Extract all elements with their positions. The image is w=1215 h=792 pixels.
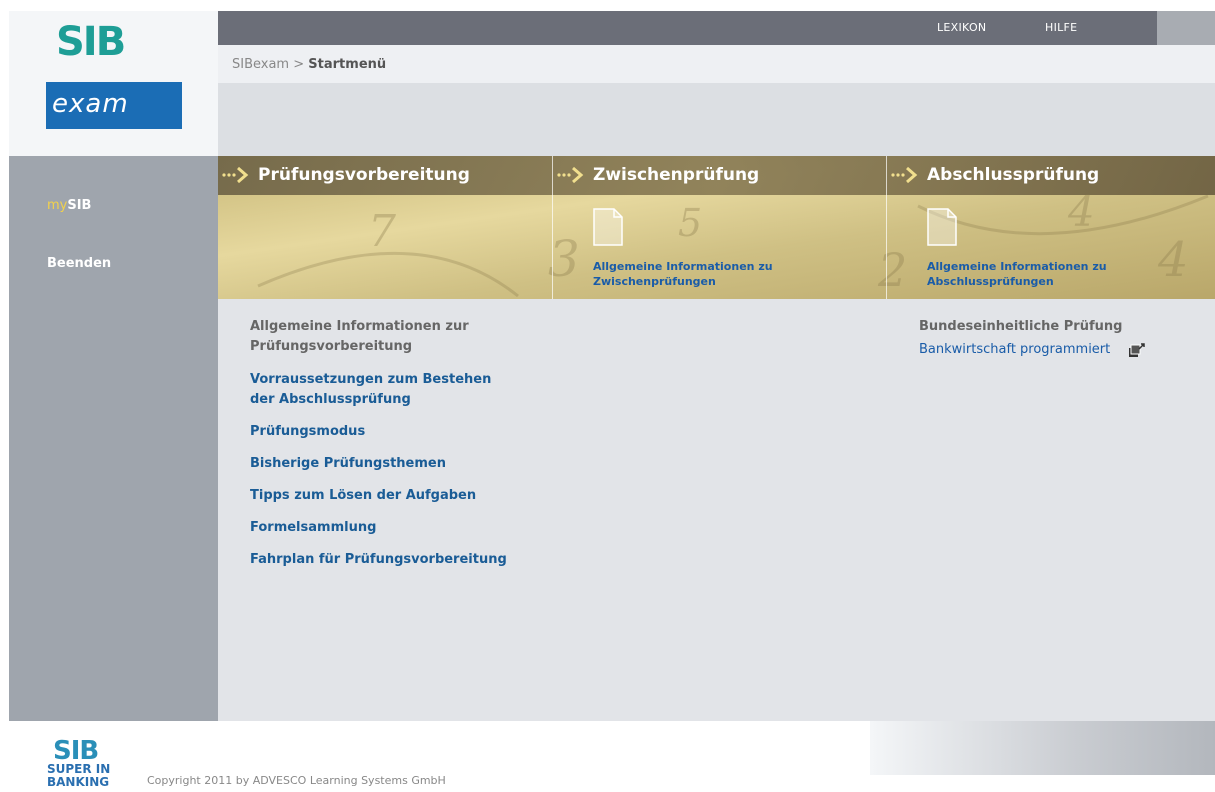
svg-text:2: 2: [877, 243, 907, 297]
tab-label: Zwischenprüfung: [593, 165, 760, 185]
mysib-prefix: my: [47, 198, 68, 213]
link-tipps[interactable]: Tipps zum Lösen der Aufgaben: [250, 486, 476, 506]
svg-text:5: 5: [678, 201, 702, 245]
right-heading: Bundeseinheitliche Prüfung: [919, 319, 1123, 334]
tab-abschlusspruefung[interactable]: Abschlussprüfung: [887, 156, 1215, 195]
breadcrumb-current: Startmenü: [308, 57, 387, 72]
link-fahrplan[interactable]: Fahrplan für Prüfungsvorbereitung: [250, 550, 507, 570]
arrow-right-icon: [891, 166, 918, 184]
link-line: der Abschlussprüfung: [250, 392, 411, 407]
top-bar-end: [1157, 11, 1215, 45]
tab-zwischenpruefung[interactable]: Zwischenprüfung: [553, 156, 886, 195]
link-bisherige-pruefungsthemen[interactable]: Bisherige Prüfungsthemen: [250, 454, 446, 474]
lexikon-link[interactable]: LEXIKON: [937, 11, 986, 45]
copyright: Copyright 2011 by ADVESCO Learning Syste…: [147, 774, 446, 787]
svg-text:SIB: SIB: [56, 22, 124, 56]
sib-logo: SIB: [56, 22, 126, 56]
link-line: Allgemeine Informationen zu: [593, 260, 773, 273]
link-line: Zwischenprüfungen: [593, 275, 716, 288]
footer-gradient: [870, 721, 1215, 775]
sidebar-item-mysib[interactable]: mySIB: [47, 198, 91, 213]
mysib-suffix: SIB: [67, 198, 92, 213]
intro-line: Prüfungsvorbereitung: [250, 339, 413, 354]
link-line: Vorraussetzungen zum Bestehen: [250, 372, 492, 387]
intro-heading: Allgemeine Informationen zur Prüfungsvor…: [250, 317, 469, 357]
link-voraussetzungen[interactable]: Vorraussetzungen zum Bestehen der Abschl…: [250, 370, 491, 410]
link-line: Abschlussprüfungen: [927, 275, 1054, 288]
tab-label: Prüfungsvorbereitung: [258, 165, 470, 185]
exam-banner: 7 3 5 2 4 4 Prüfungsvorbereitung Zwische…: [218, 156, 1215, 299]
document-icon[interactable]: [593, 208, 623, 246]
breadcrumb-separator: >: [293, 57, 305, 72]
main-content: [218, 299, 1215, 721]
svg-text:7: 7: [368, 206, 396, 257]
header-band: [218, 83, 1215, 156]
super-in-banking-logo: SIB SUPER IN BANKING: [47, 736, 110, 789]
info-zwischenpruefung-link[interactable]: Allgemeine Informationen zu Zwischenprüf…: [593, 259, 773, 289]
intro-line: Allgemeine Informationen zur: [250, 319, 469, 334]
document-icon[interactable]: [927, 208, 957, 246]
tab-label: Abschlussprüfung: [927, 165, 1100, 185]
top-bar: [218, 11, 1157, 45]
svg-text:SUPER IN: SUPER IN: [47, 762, 110, 776]
info-abschlusspruefung-link[interactable]: Allgemeine Informationen zu Abschlussprü…: [927, 259, 1107, 289]
sidebar-item-beenden[interactable]: Beenden: [47, 256, 111, 271]
link-pruefungsmodus[interactable]: Prüfungsmodus: [250, 422, 365, 442]
hilfe-link[interactable]: HILFE: [1045, 11, 1077, 45]
exam-logo: exam: [46, 82, 182, 129]
external-window-icon[interactable]: [1128, 342, 1146, 358]
link-line: Allgemeine Informationen zu: [927, 260, 1107, 273]
breadcrumb-root[interactable]: SIBexam: [232, 57, 289, 72]
sidebar: [9, 156, 218, 721]
tab-pruefungsvorbereitung[interactable]: Prüfungsvorbereitung: [218, 156, 552, 195]
arrow-right-icon: [557, 166, 584, 184]
bankwirtschaft-link[interactable]: Bankwirtschaft programmiert: [919, 342, 1110, 357]
link-formelsammlung[interactable]: Formelsammlung: [250, 518, 376, 538]
svg-text:BANKING: BANKING: [47, 775, 109, 789]
svg-text:4: 4: [1157, 232, 1189, 288]
arrow-right-icon: [222, 166, 249, 184]
breadcrumb: SIBexam > Startmenü: [232, 57, 386, 72]
